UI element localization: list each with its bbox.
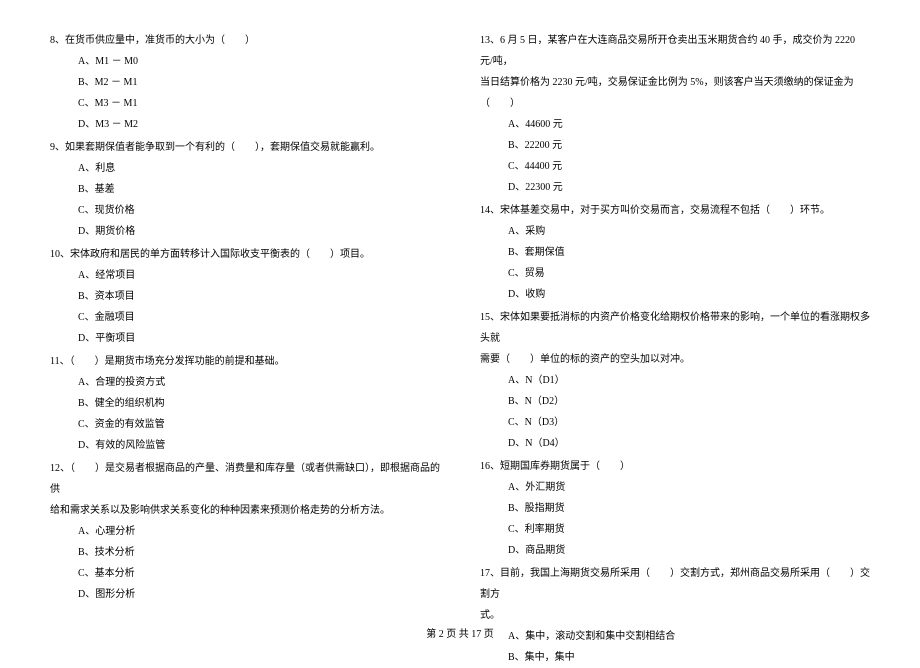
option-c: C、44400 元 — [480, 156, 870, 177]
question-text: 11、（ ）是期货市场充分发挥功能的前提和基础。 — [50, 351, 440, 372]
option-c: C、贸易 — [480, 263, 870, 284]
option-d: D、22300 元 — [480, 177, 870, 198]
question-17: 17、目前，我国上海期货交易所采用（ ）交割方式，郑州商品交易所采用（ ）交割方… — [480, 563, 870, 668]
option-b: B、技术分析 — [50, 542, 440, 563]
option-a: A、M1 － M0 — [50, 51, 440, 72]
right-column: 13、6 月 5 日，某客户在大连商品交易所开仓卖出玉米期货合约 40 手，成交… — [480, 30, 870, 620]
option-b: B、股指期货 — [480, 498, 870, 519]
option-b: B、22200 元 — [480, 135, 870, 156]
option-b: B、资本项目 — [50, 286, 440, 307]
option-a: A、N（D1） — [480, 370, 870, 391]
option-d: D、有效的风险监管 — [50, 435, 440, 456]
option-d: D、收购 — [480, 284, 870, 305]
option-c: C、N（D3） — [480, 412, 870, 433]
page-footer: 第 2 页 共 17 页 — [0, 625, 920, 640]
question-14: 14、宋体基差交易中，对于买方叫价交易而言，交易流程不包括（ ）环节。 A、采购… — [480, 200, 870, 305]
option-c: C、金融项目 — [50, 307, 440, 328]
option-d: D、商品期货 — [480, 540, 870, 561]
option-a: A、采购 — [480, 221, 870, 242]
question-11: 11、（ ）是期货市场充分发挥功能的前提和基础。 A、合理的投资方式 B、健全的… — [50, 351, 440, 456]
question-9: 9、如果套期保值者能争取到一个有利的（ ），套期保值交易就能赢利。 A、利息 B… — [50, 137, 440, 242]
content-columns: 8、在货币供应量中，准货币的大小为（ ） A、M1 － M0 B、M2 － M1… — [50, 30, 870, 620]
option-a: A、心理分析 — [50, 521, 440, 542]
option-b: B、健全的组织机构 — [50, 393, 440, 414]
question-text-line1: 17、目前，我国上海期货交易所采用（ ）交割方式，郑州商品交易所采用（ ）交割方 — [480, 563, 870, 605]
question-text-line2: 当日结算价格为 2230 元/吨，交易保证金比例为 5%，则该客户当天须缴纳的保… — [480, 72, 870, 114]
question-15: 15、宋体如果要抵消标的内资产价格变化给期权价格带来的影响，一个单位的看涨期权多… — [480, 307, 870, 454]
question-text: 10、宋体政府和居民的单方面转移计入国际收支平衡表的（ ）项目。 — [50, 244, 440, 265]
option-d: D、M3 － M2 — [50, 114, 440, 135]
question-text-line2: 需要（ ）单位的标的资产的空头加以对冲。 — [480, 349, 870, 370]
option-a: A、经常项目 — [50, 265, 440, 286]
option-b: B、N（D2） — [480, 391, 870, 412]
option-d: D、图形分析 — [50, 584, 440, 605]
question-13: 13、6 月 5 日，某客户在大连商品交易所开仓卖出玉米期货合约 40 手，成交… — [480, 30, 870, 198]
option-d: D、N（D4） — [480, 433, 870, 454]
option-c: C、基本分析 — [50, 563, 440, 584]
question-text-line2: 给和需求关系以及影响供求关系变化的种种因素来预测价格走势的分析方法。 — [50, 500, 440, 521]
option-c: C、资金的有效监管 — [50, 414, 440, 435]
question-text: 9、如果套期保值者能争取到一个有利的（ ），套期保值交易就能赢利。 — [50, 137, 440, 158]
option-a: A、合理的投资方式 — [50, 372, 440, 393]
question-text-line2: 式。 — [480, 605, 870, 626]
option-c: C、利率期货 — [480, 519, 870, 540]
question-16: 16、短期国库券期货属于（ ） A、外汇期货 B、股指期货 C、利率期货 D、商… — [480, 456, 870, 561]
option-a: A、利息 — [50, 158, 440, 179]
option-b: B、基差 — [50, 179, 440, 200]
option-a: A、外汇期货 — [480, 477, 870, 498]
option-d: D、平衡项目 — [50, 328, 440, 349]
question-text: 16、短期国库券期货属于（ ） — [480, 456, 870, 477]
question-8: 8、在货币供应量中，准货币的大小为（ ） A、M1 － M0 B、M2 － M1… — [50, 30, 440, 135]
question-text-line1: 12、（ ）是交易者根据商品的产量、消费量和库存量（或者供需缺口），即根据商品的… — [50, 458, 440, 500]
question-text: 14、宋体基差交易中，对于买方叫价交易而言，交易流程不包括（ ）环节。 — [480, 200, 870, 221]
option-b: B、集中，集中 — [480, 647, 870, 668]
option-c: C、现货价格 — [50, 200, 440, 221]
option-b: B、套期保值 — [480, 242, 870, 263]
option-b: B、M2 － M1 — [50, 72, 440, 93]
option-a: A、44600 元 — [480, 114, 870, 135]
question-text-line1: 15、宋体如果要抵消标的内资产价格变化给期权价格带来的影响，一个单位的看涨期权多… — [480, 307, 870, 349]
question-10: 10、宋体政府和居民的单方面转移计入国际收支平衡表的（ ）项目。 A、经常项目 … — [50, 244, 440, 349]
left-column: 8、在货币供应量中，准货币的大小为（ ） A、M1 － M0 B、M2 － M1… — [50, 30, 440, 620]
question-12: 12、（ ）是交易者根据商品的产量、消费量和库存量（或者供需缺口），即根据商品的… — [50, 458, 440, 605]
question-text: 8、在货币供应量中，准货币的大小为（ ） — [50, 30, 440, 51]
option-c: C、M3 － M1 — [50, 93, 440, 114]
option-d: D、期货价格 — [50, 221, 440, 242]
question-text-line1: 13、6 月 5 日，某客户在大连商品交易所开仓卖出玉米期货合约 40 手，成交… — [480, 30, 870, 72]
